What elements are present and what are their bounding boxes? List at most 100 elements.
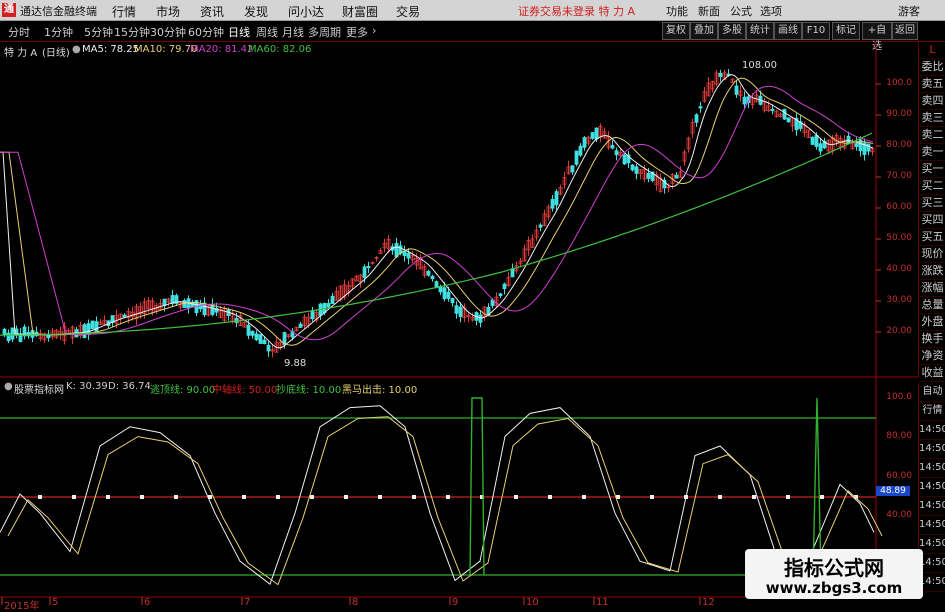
price-tick-label: 90.00 — [886, 109, 912, 119]
candle-body — [90, 320, 95, 330]
candle-body — [578, 145, 583, 156]
quote-field-label[interactable]: 收益 — [919, 364, 945, 382]
price-tick-label: 60.00 — [886, 202, 912, 212]
candle-body — [594, 127, 599, 140]
candle-body — [406, 252, 411, 259]
watermark-title: 指标公式网 — [784, 556, 884, 580]
midline-marker — [446, 495, 450, 499]
midline-marker — [276, 495, 280, 499]
watermark-url: www.zbgs3.com — [765, 579, 903, 597]
price-tick-label: 100.0 — [886, 78, 912, 88]
date-tick-label: 12 — [702, 597, 715, 608]
tick-row[interactable]: 14:50 — [919, 497, 945, 516]
quote-field-label[interactable]: 总量 — [919, 296, 945, 314]
candle-body — [814, 134, 819, 147]
tick-row[interactable]: 14:50 — [919, 516, 945, 535]
quote-field-label[interactable]: 现价 — [919, 245, 945, 263]
quote-field-label[interactable]: 委比 — [919, 58, 945, 76]
midline-marker — [378, 495, 382, 499]
price-tick-label: 40.00 — [886, 264, 912, 274]
candle-body — [454, 305, 459, 314]
midline-marker — [344, 495, 348, 499]
candle-body — [94, 321, 99, 333]
low-price-label: 9.88 — [284, 358, 307, 369]
candle-body — [2, 328, 7, 335]
tick-row[interactable]: 14:50 — [919, 421, 945, 440]
candle-body — [246, 324, 251, 336]
quote-field-label[interactable]: L — [919, 41, 945, 59]
candle-body — [254, 333, 259, 341]
k-line — [0, 405, 875, 586]
price-tick-label: 80.00 — [886, 140, 912, 150]
candle-body — [734, 85, 739, 95]
midline-marker — [106, 495, 110, 499]
candle-body — [574, 150, 579, 165]
quote-field-label[interactable]: 涨幅 — [919, 279, 945, 297]
tick-row[interactable]: 14:50 — [919, 440, 945, 459]
candle-body — [502, 283, 507, 290]
dark-horse-signal — [469, 397, 485, 576]
price-tick-label: 70.00 — [886, 171, 912, 181]
quote-field-label[interactable]: 卖五 — [919, 75, 945, 93]
quote-field-label[interactable]: 买四 — [919, 211, 945, 229]
quote-field-label[interactable]: 净资 — [919, 347, 945, 365]
candle-body — [266, 344, 271, 352]
indicator-tick-label: 80.00 — [886, 431, 912, 441]
candle-body — [298, 323, 303, 328]
candle-body — [538, 224, 543, 228]
midline-marker — [72, 495, 76, 499]
candle-body — [122, 314, 127, 318]
candle-body — [450, 298, 455, 304]
price-chart-area[interactable] — [0, 0, 945, 609]
candle-body — [698, 106, 703, 109]
quote-field-label[interactable]: 换手 — [919, 330, 945, 348]
candle-body — [646, 172, 651, 179]
date-tick-label: 9 — [452, 597, 459, 608]
midline-marker — [412, 495, 416, 499]
candle-body — [394, 242, 399, 258]
tick-row[interactable]: 14:50 — [919, 478, 945, 497]
candle-body — [510, 268, 515, 278]
date-tick-label: 2015年 — [4, 601, 40, 612]
candle-body — [330, 295, 335, 305]
tick-row[interactable]: 14:50 — [919, 459, 945, 478]
candle-body — [442, 287, 447, 300]
date-tick-label: 5 — [52, 597, 59, 608]
candle-body — [6, 332, 11, 342]
quote-field-label[interactable]: 卖一 — [919, 143, 945, 161]
price-tick-label: 20.00 — [886, 326, 912, 336]
midline-marker — [514, 495, 518, 499]
tick-row[interactable]: 自动 — [919, 383, 945, 402]
candle-body — [674, 174, 679, 179]
midline-marker — [140, 495, 144, 499]
tick-row[interactable]: 行情 — [919, 402, 945, 421]
quote-field-label[interactable]: 买一 — [919, 160, 945, 178]
midline-marker — [174, 495, 178, 499]
midline-marker — [310, 495, 314, 499]
quote-field-label[interactable]: 涨跌 — [919, 262, 945, 280]
quote-field-label[interactable]: 买三 — [919, 194, 945, 212]
candle-body — [866, 143, 871, 152]
quote-field-label[interactable]: 卖四 — [919, 92, 945, 110]
midline-marker — [718, 495, 722, 499]
candle-body — [326, 303, 331, 308]
midline-marker — [650, 495, 654, 499]
ma10-line — [0, 77, 874, 346]
ma5-line — [0, 74, 874, 349]
candle-body — [590, 132, 595, 139]
quote-field-label[interactable]: 买五 — [919, 228, 945, 246]
indicator-tick-label: 40.00 — [886, 510, 912, 520]
candle-body — [634, 166, 639, 174]
candle-body — [258, 334, 263, 344]
candle-body — [630, 164, 635, 171]
midline-marker — [786, 495, 790, 499]
candle-body — [786, 117, 791, 123]
candle-body — [14, 328, 19, 336]
candle-body — [846, 135, 851, 144]
quote-field-label[interactable]: 外盘 — [919, 313, 945, 331]
candle-body — [430, 275, 435, 280]
quote-field-label[interactable]: 买二 — [919, 177, 945, 195]
candle-body — [694, 114, 699, 123]
quote-field-label[interactable]: 卖三 — [919, 109, 945, 127]
quote-field-label[interactable]: 卖二 — [919, 126, 945, 144]
